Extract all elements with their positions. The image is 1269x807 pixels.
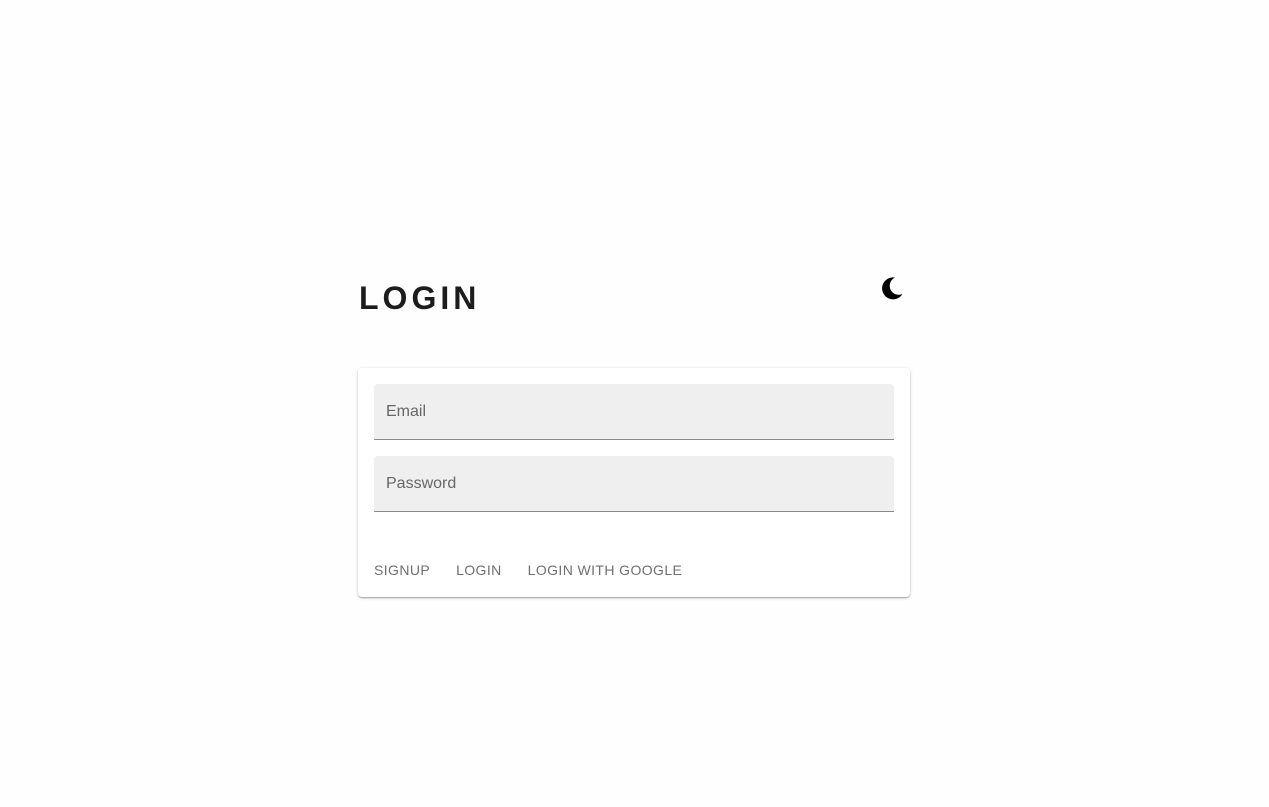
login-button[interactable]: LOGIN (456, 558, 502, 582)
page-title: LOGIN (359, 280, 481, 316)
page-header: LOGIN (358, 268, 910, 328)
password-field[interactable] (374, 456, 894, 512)
moon-icon (882, 277, 903, 300)
signup-button[interactable]: SIGNUP (374, 558, 430, 582)
email-field[interactable] (374, 384, 894, 440)
login-page: LOGIN SIGNUP LOGIN LOGIN WITH GOOGLE (0, 0, 1269, 807)
email-input[interactable] (374, 384, 894, 439)
login-card: SIGNUP LOGIN LOGIN WITH GOOGLE (358, 368, 910, 597)
theme-toggle-button[interactable] (873, 270, 909, 306)
password-input[interactable] (374, 456, 894, 511)
form-actions: SIGNUP LOGIN LOGIN WITH GOOGLE (374, 558, 708, 582)
login-with-google-button[interactable]: LOGIN WITH GOOGLE (528, 558, 683, 582)
